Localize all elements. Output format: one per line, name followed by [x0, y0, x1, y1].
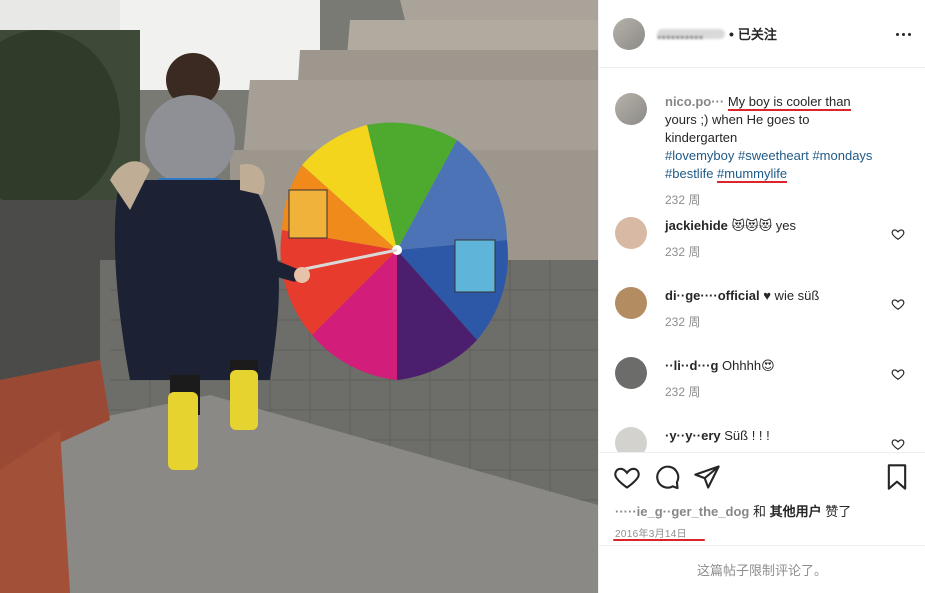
comment-time[interactable]: 232 周	[665, 313, 885, 330]
follow-status-button[interactable]: 已关注	[738, 24, 777, 43]
hashtag-link[interactable]: #mondays	[812, 148, 872, 163]
other-likers-link[interactable]: 其他用户	[770, 504, 822, 519]
author-handle[interactable]: ··········	[657, 28, 725, 45]
hashtag-link[interactable]: #mummylife	[717, 166, 788, 183]
author-avatar[interactable]	[613, 17, 645, 50]
like-comment-icon[interactable]	[891, 227, 905, 241]
comment-text: ·y··y··ery Süß ! ! !	[665, 427, 885, 445]
commenter-avatar[interactable]	[615, 357, 647, 389]
author-info: ·········· • 已关注	[657, 24, 777, 45]
like-icon[interactable]	[613, 463, 641, 491]
commenter-avatar[interactable]	[615, 427, 647, 452]
commenter-avatar[interactable]	[615, 217, 647, 249]
comment-text: ··li··d···g Ohhhh😍	[665, 357, 885, 375]
comment-item: di··ge····official ♥ wie süß 232 周	[599, 287, 925, 330]
hashtag-link[interactable]: #bestlife	[665, 166, 713, 181]
commenter-handle[interactable]: ·y··y··ery	[665, 428, 721, 443]
caption-text: nico.po··· My boy is cooler than yours ;…	[665, 93, 885, 183]
comment-body: ♥ wie süß	[763, 288, 820, 303]
comment-time[interactable]: 232 周	[665, 243, 885, 260]
commenter-handle[interactable]: di··ge····official	[665, 288, 760, 303]
post-header: ·········· • 已关注	[599, 0, 925, 68]
post-actions: ·····ie_g··ger_the_dog 和 其他用户 赞了 2016年3月…	[599, 452, 925, 544]
share-icon[interactable]	[693, 463, 721, 491]
caption-text-part2: yours ;) when He goes to kindergarten	[665, 112, 810, 145]
date-annotation-underline	[613, 539, 705, 541]
comment-item: ·y··y··ery Süß ! ! !	[599, 427, 925, 452]
comment-icon[interactable]	[653, 463, 681, 491]
more-options-icon[interactable]	[891, 22, 915, 46]
like-comment-icon[interactable]	[891, 437, 905, 451]
comment-time[interactable]: 232 周	[665, 383, 885, 400]
action-icons	[613, 463, 911, 493]
comment-text: di··ge····official ♥ wie süß	[665, 287, 885, 305]
comment-item: jackiehide 😻😻😻 yes 232 周	[599, 217, 925, 260]
post-photo	[0, 0, 598, 593]
likes-and: 和	[752, 504, 766, 519]
commenter-handle[interactable]: jackiehide	[665, 218, 728, 233]
caption-time[interactable]: 232 周	[665, 191, 885, 208]
caption-author-avatar[interactable]	[615, 93, 647, 125]
comment-item: ··li··d···g Ohhhh😍 232 周	[599, 357, 925, 400]
likes-summary: ·····ie_g··ger_the_dog 和 其他用户 赞了	[615, 501, 851, 520]
comments-list: nico.po··· My boy is cooler than yours ;…	[599, 69, 925, 452]
post-image	[0, 0, 598, 593]
comment-text: jackiehide 😻😻😻 yes	[665, 217, 885, 235]
comments-disabled-notice: 这篇帖子限制评论了。	[599, 545, 925, 593]
commenter-handle[interactable]: ··li··d···g	[665, 358, 718, 373]
like-comment-icon[interactable]	[891, 297, 905, 311]
like-comment-icon[interactable]	[891, 367, 905, 381]
post-details-panel: ·········· • 已关注 nico.po··· My boy is co…	[598, 0, 925, 593]
commenter-avatar[interactable]	[615, 287, 647, 319]
caption: nico.po··· My boy is cooler than yours ;…	[599, 93, 925, 208]
liker-handle[interactable]: ·····ie_g··ger_the_dog	[615, 504, 749, 519]
comment-body: Süß ! ! !	[724, 428, 770, 443]
likes-liked: 赞了	[825, 504, 852, 519]
comment-body: 😻😻😻 yes	[731, 218, 797, 233]
separator-dot: •	[729, 25, 734, 42]
comment-body: Ohhhh😍	[722, 358, 775, 373]
post-date[interactable]: 2016年3月14日	[615, 525, 687, 540]
hashtag-link[interactable]: #lovemyboy	[665, 148, 734, 163]
caption-handle[interactable]: nico.po···	[665, 94, 728, 109]
hashtag-link[interactable]: #sweetheart	[738, 148, 809, 163]
bookmark-icon[interactable]	[883, 463, 911, 491]
caption-text-part1: My boy is cooler than	[727, 94, 851, 111]
